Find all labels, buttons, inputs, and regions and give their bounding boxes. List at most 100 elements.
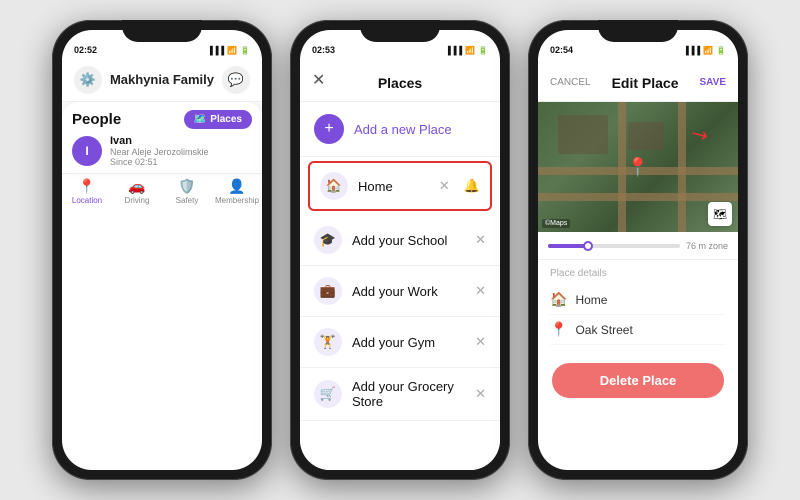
places-title: Places [378, 75, 422, 91]
tab-membership[interactable]: 👤 Membership [212, 178, 262, 205]
place-address-text: Oak Street [575, 323, 632, 337]
place-details-title: Place details [550, 268, 726, 279]
wifi-icon-2: 📶 [465, 46, 475, 55]
gym-name: Add your Gym [352, 335, 465, 350]
school-close-icon[interactable]: ✕ [475, 232, 486, 248]
user-info: Ivan Near Aleje Jerozolimskie Since 02:5… [110, 135, 209, 167]
places-btn-label: Places [210, 114, 242, 125]
home-bell-icon[interactable]: 🔔 [464, 178, 480, 194]
membership-tab-icon: 👤 [228, 178, 245, 195]
maps-label: ©Maps [542, 219, 570, 228]
add-circle-icon: + [314, 114, 344, 144]
tab-safety[interactable]: 🛡️ Safety [162, 178, 212, 205]
sat-building-2 [628, 122, 664, 151]
driving-tab-icon: 🚗 [128, 178, 145, 195]
cancel-button[interactable]: CANCEL [550, 77, 591, 88]
location-tab-label: Location [72, 196, 102, 205]
grocery-close-icon[interactable]: ✕ [475, 386, 486, 402]
people-label: People [72, 111, 121, 128]
notch-1 [122, 20, 202, 42]
user-name: Ivan [110, 135, 209, 147]
work-name: Add your Work [352, 284, 465, 299]
screen-2: 02:53 ▐▐▐ 📶 🔋 ✕ Places + Add a new Place… [300, 30, 500, 470]
gear-button[interactable]: ⚙️ [74, 66, 102, 94]
save-button[interactable]: SAVE [700, 77, 727, 88]
edit-header: CANCEL Edit Place SAVE [538, 58, 738, 102]
status-time-1: 02:52 [74, 45, 97, 55]
gym-icon: 🏋️ [314, 328, 342, 356]
add-new-label: Add a new Place [354, 122, 452, 137]
satellite-map: ↘ 📍 ©Maps 🗺 [538, 102, 738, 232]
home-detail-icon: 🏠 [550, 291, 567, 308]
notch-3 [598, 20, 678, 42]
map-header-title: Makhynia Family [110, 72, 214, 87]
screen-1: 02:52 ▐▐▐ 📶 🔋 ⚙️ Makhynia Family 💬 ↘ [62, 30, 262, 470]
home-name: Home [358, 179, 429, 194]
safety-tab-icon: 🛡️ [178, 178, 195, 195]
places-header: ✕ Places [300, 58, 500, 102]
place-name-text: Home [575, 293, 607, 307]
message-button[interactable]: 💬 [222, 66, 250, 94]
status-icons-3: ▐▐▐ 📶 🔋 [683, 46, 726, 55]
zone-bar: 76 m zone [538, 232, 738, 260]
places-close-button[interactable]: ✕ [312, 70, 325, 90]
screen-3: 02:54 ▐▐▐ 📶 🔋 CANCEL Edit Place SAVE ↘ 📍… [538, 30, 738, 470]
user-location: Near Aleje Jerozolimskie [110, 147, 209, 157]
notch-2 [360, 20, 440, 42]
tab-location[interactable]: 📍 Location [62, 178, 112, 205]
battery-icon-3: 🔋 [716, 46, 726, 55]
school-icon: 🎓 [314, 226, 342, 254]
sat-road-v1 [618, 102, 626, 232]
home-close-icon[interactable]: ✕ [439, 178, 450, 194]
status-icons-1: ▐▐▐ 📶 🔋 [207, 46, 250, 55]
edit-title: Edit Place [612, 75, 679, 91]
place-row-home[interactable]: 🏠 Home ✕ 🔔 [308, 161, 492, 211]
battery-icon-1: 🔋 [240, 46, 250, 55]
places-icon: 🗺️ [194, 114, 206, 125]
people-row: People 🗺️ Places [72, 110, 252, 129]
pin-detail-icon: 📍 [550, 321, 567, 338]
layers-button[interactable]: 🗺 [708, 202, 732, 226]
zone-slider-thumb [583, 241, 593, 251]
map-content: ↘ People 🗺️ Places I Ivan Near Aleje Jer… [62, 102, 262, 207]
membership-tab-label: Membership [215, 196, 259, 205]
school-name: Add your School [352, 233, 465, 248]
zone-label: 76 m zone [686, 241, 728, 251]
place-row-school[interactable]: 🎓 Add your School ✕ [300, 215, 500, 266]
location-tab-icon: 📍 [78, 178, 95, 195]
phone-1: 02:52 ▐▐▐ 📶 🔋 ⚙️ Makhynia Family 💬 ↘ [52, 20, 272, 480]
place-name-row: 🏠 Home [550, 285, 726, 315]
phone-3: 02:54 ▐▐▐ 📶 🔋 CANCEL Edit Place SAVE ↘ 📍… [528, 20, 748, 480]
gym-close-icon[interactable]: ✕ [475, 334, 486, 350]
grocery-name: Add your Grocery Store [352, 379, 465, 409]
places-list: + Add a new Place 🏠 Home ✕ 🔔 🎓 Add your … [300, 102, 500, 470]
wifi-icon-3: 📶 [703, 46, 713, 55]
sat-road-h2 [538, 193, 738, 201]
driving-tab-label: Driving [125, 196, 150, 205]
phone-2: 02:53 ▐▐▐ 📶 🔋 ✕ Places + Add a new Place… [290, 20, 510, 480]
user-row: I Ivan Near Aleje Jerozolimskie Since 02… [72, 135, 252, 167]
place-row-gym[interactable]: 🏋️ Add your Gym ✕ [300, 317, 500, 368]
add-new-place-row[interactable]: + Add a new Place [300, 102, 500, 157]
home-icon: 🏠 [320, 172, 348, 200]
tab-driving[interactable]: 🚗 Driving [112, 178, 162, 205]
delete-place-button[interactable]: Delete Place [552, 363, 724, 398]
places-button[interactable]: 🗺️ Places [184, 110, 252, 129]
grocery-icon: 🛒 [314, 380, 342, 408]
sat-arrow: ↘ [686, 119, 713, 149]
tab-bar: 📍 Location 🚗 Driving 🛡️ Safety 👤 Members… [62, 173, 262, 207]
work-close-icon[interactable]: ✕ [475, 283, 486, 299]
battery-icon-2: 🔋 [478, 46, 488, 55]
bottom-panel: People 🗺️ Places I Ivan Near Aleje Jeroz… [62, 102, 262, 173]
place-details-section: Place details 🏠 Home 📍 Oak Street [538, 260, 738, 353]
place-row-work[interactable]: 💼 Add your Work ✕ [300, 266, 500, 317]
place-row-grocery[interactable]: 🛒 Add your Grocery Store ✕ [300, 368, 500, 421]
zone-slider[interactable] [548, 244, 680, 248]
status-time-2: 02:53 [312, 45, 335, 55]
status-time-3: 02:54 [550, 45, 573, 55]
sat-building-1 [558, 115, 608, 154]
work-icon: 💼 [314, 277, 342, 305]
place-address-row: 📍 Oak Street [550, 315, 726, 345]
wifi-icon-1: 📶 [227, 46, 237, 55]
user-avatar: I [72, 136, 102, 166]
